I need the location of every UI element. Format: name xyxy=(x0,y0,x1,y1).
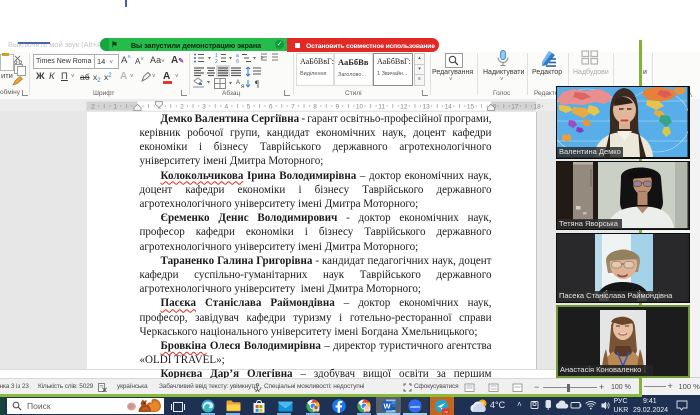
svg-text:5: 5 xyxy=(247,103,251,110)
svg-text:13: 13 xyxy=(422,103,430,110)
svg-text:.ru: .ru xyxy=(443,409,447,413)
svg-text:¶: ¶ xyxy=(255,79,259,89)
svg-text:1: 1 xyxy=(113,103,117,110)
svg-text:2: 2 xyxy=(91,103,95,110)
svg-text:4: 4 xyxy=(224,103,228,110)
svg-text:7: 7 xyxy=(291,103,295,110)
svg-text:15: 15 xyxy=(467,103,475,110)
svg-text:я: я xyxy=(241,84,244,90)
svg-text:2: 2 xyxy=(180,103,184,110)
svg-text:18: 18 xyxy=(533,103,541,110)
svg-text:11: 11 xyxy=(378,103,385,110)
svg-text:3: 3 xyxy=(202,103,206,110)
svg-text:zoom: zoom xyxy=(410,405,419,409)
svg-text:2: 2 xyxy=(215,59,218,65)
svg-text:А: А xyxy=(236,80,240,86)
svg-text:9: 9 xyxy=(335,103,339,110)
svg-text:12: 12 xyxy=(400,103,408,110)
svg-text:W: W xyxy=(383,402,391,411)
svg-text:17: 17 xyxy=(511,103,519,110)
svg-text:10: 10 xyxy=(356,103,364,110)
svg-text:6: 6 xyxy=(269,103,273,110)
svg-text:8: 8 xyxy=(313,103,317,110)
svg-text:14: 14 xyxy=(445,103,453,110)
svg-text:б: б xyxy=(236,59,239,65)
